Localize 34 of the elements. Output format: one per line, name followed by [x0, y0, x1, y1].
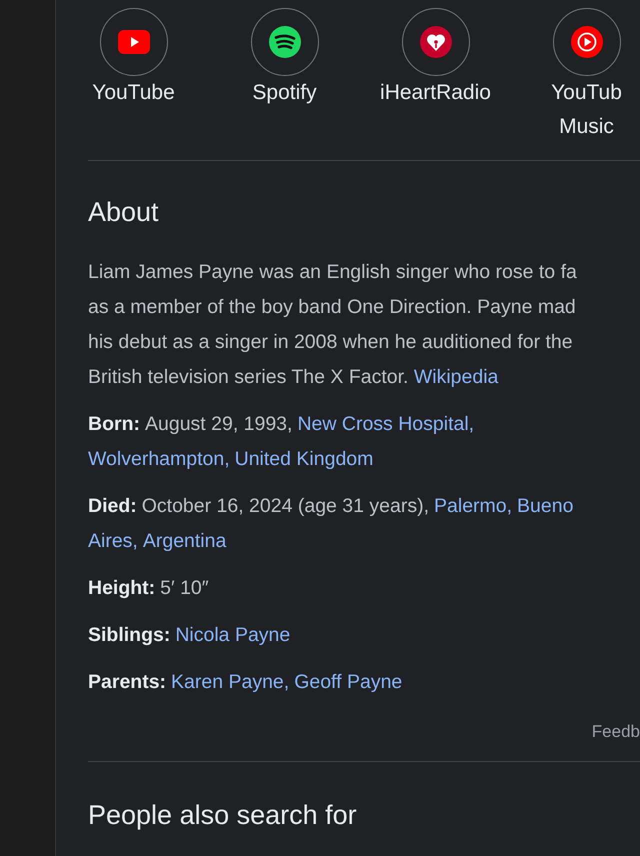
fact-label: Parents: [88, 670, 166, 695]
feedback-link[interactable]: Feedb [592, 721, 640, 743]
fact-link[interactable]: Palermo, [434, 489, 512, 524]
play-icon [570, 26, 602, 58]
play-icon [118, 30, 150, 54]
fact-value: August 29, 1993, [145, 412, 292, 437]
fact-link[interactable]: Geoff Payne [294, 665, 402, 700]
app-label: Music [559, 114, 614, 140]
app-label: YouTube [92, 80, 175, 106]
fact-label: Height: [88, 576, 156, 601]
fact-link[interactable]: United Kingdom [234, 442, 374, 477]
fact-link[interactable]: Wolverhampton, [88, 442, 230, 477]
fact-link[interactable]: Karen Payne, [171, 665, 290, 700]
spotify-icon [268, 26, 300, 58]
fact-label: Siblings: [88, 623, 170, 648]
fact-value: October 16, 2024 (age 31 years), [142, 494, 430, 519]
app-label: Spotify [252, 80, 317, 106]
fact-link[interactable]: Bueno [517, 489, 574, 524]
fact-label: Born: [88, 412, 140, 437]
fact-label: Died: [88, 494, 137, 519]
fact-link[interactable]: Argentina [142, 524, 226, 559]
app-label: YouTub [551, 80, 622, 106]
section-heading: People also search for [88, 799, 358, 832]
fact-link[interactable]: New Cross Hospital, [297, 407, 474, 442]
fact-value: 5′ 10″ [160, 576, 209, 601]
fact-link[interactable]: Aires, [88, 524, 138, 559]
wikipedia-link[interactable]: Wikipedia [414, 366, 498, 388]
about-text: Liam James Payne was an English singer who rose to fa as a member of the boy band One Direction. Payne mad his debut as a singer in 2008 when he auditioned for the British television series The X Factor. Wikipedia [88, 260, 578, 390]
section-heading: About [88, 196, 160, 229]
fact-link[interactable]: Nicola Payne [175, 618, 290, 653]
app-label: iHeartRadio [380, 80, 491, 106]
app-button[interactable] [250, 8, 318, 76]
app-button[interactable] [402, 8, 470, 76]
app-button[interactable] [552, 8, 620, 76]
